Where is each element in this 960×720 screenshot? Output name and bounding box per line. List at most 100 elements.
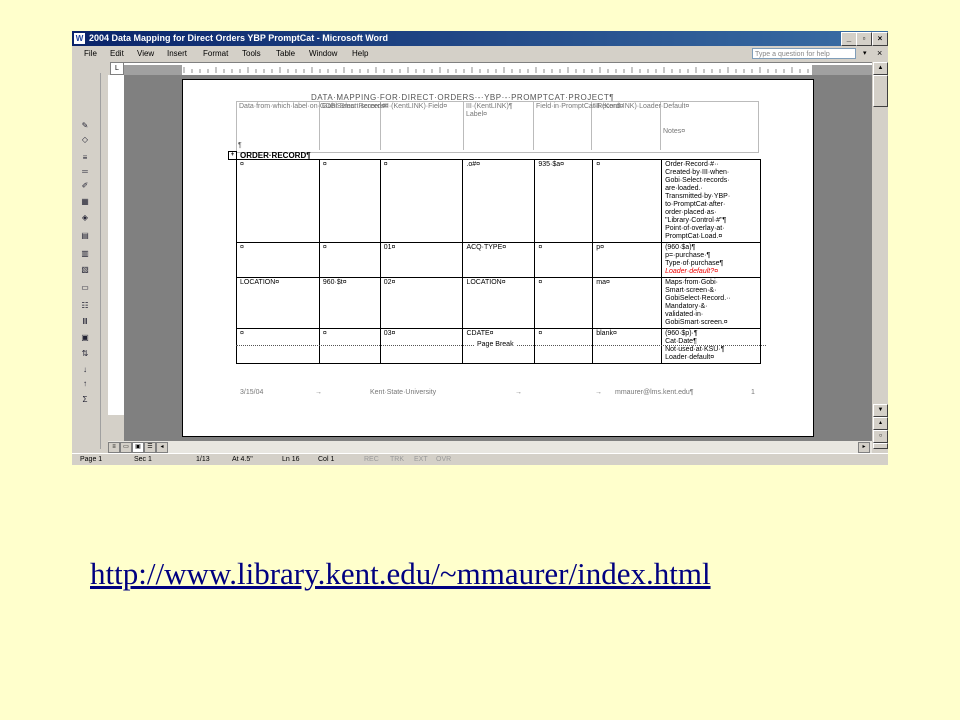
table-cell[interactable]: ¤ — [534, 277, 594, 329]
table-cell[interactable]: ACQ·TYPE¤ — [462, 242, 536, 278]
footer-date: 3/15/04 — [240, 389, 264, 396]
scroll-down-icon[interactable]: ▼ — [873, 404, 888, 417]
document-area[interactable]: DATA·MAPPING·FOR·DIRECT·ORDERS·-·YBP·-·P… — [124, 75, 872, 465]
distribute-cols-icon[interactable]: Ⅲ — [78, 317, 92, 327]
text-direction-icon[interactable]: ⇅ — [78, 349, 92, 359]
help-question-input[interactable]: Type a question for help — [752, 48, 856, 59]
table-cell[interactable]: LOCATION¤ — [236, 277, 320, 329]
status-page-count: 1/13 — [196, 456, 210, 463]
footer-org: Kent·State·University — [370, 389, 437, 396]
menu-help[interactable]: Help — [352, 46, 368, 61]
vertical-scrollbar[interactable]: ▲ ▼ ▴ ○ — [872, 62, 888, 449]
table-cell[interactable]: 02¤ — [379, 277, 464, 329]
line-style-icon[interactable]: ≡ — [78, 153, 92, 163]
table-cell[interactable]: 03¤ — [379, 328, 464, 364]
note-line: Loader·default¤ — [665, 354, 715, 361]
table-cell[interactable]: 935·$a¤ — [534, 159, 594, 243]
note-line: Type·of·purchase¶ — [665, 260, 724, 267]
word-screenshot: W 2004 Data Mapping for Direct Orders YB… — [72, 31, 888, 465]
table-cell[interactable]: ¤ — [318, 159, 381, 243]
table-icon[interactable]: ▤ — [78, 231, 92, 241]
table-cell[interactable]: ¤ — [379, 159, 464, 243]
tab-selector[interactable]: L — [110, 62, 124, 75]
sum-icon[interactable]: Σ — [78, 395, 92, 405]
distribute-rows-icon[interactable]: ☷ — [78, 301, 92, 311]
close-button[interactable]: × — [872, 32, 888, 46]
table-cell[interactable]: ¤ — [236, 242, 320, 278]
pen-icon[interactable]: ✎ — [78, 121, 92, 131]
status-ovr[interactable]: OVR — [436, 454, 451, 465]
notes-cell[interactable]: (960·$a)¶ p=·purchase·¶ Type·of·purchase… — [661, 242, 761, 278]
scroll-right-icon[interactable]: ▸ — [858, 442, 870, 453]
borders-icon[interactable]: ▦ — [78, 197, 92, 207]
note-line: GobiSmart·screen.¤ — [665, 319, 728, 326]
note-line: Gobi·Select·records· — [665, 177, 730, 184]
table-cell[interactable]: ¤ — [534, 242, 594, 278]
minimize-button[interactable]: _ — [841, 32, 857, 46]
table-cell[interactable]: ¤ — [318, 242, 381, 278]
menu-edit[interactable]: Edit — [110, 46, 124, 61]
menu-tools[interactable]: Tools — [242, 46, 261, 61]
table-cell[interactable]: ¤ — [318, 328, 381, 364]
eraser-icon[interactable]: ◇ — [78, 135, 92, 145]
menu-insert[interactable]: Insert — [167, 46, 187, 61]
status-ext[interactable]: EXT — [414, 454, 428, 465]
chevron-down-icon[interactable]: ▾ — [863, 46, 867, 61]
autoformat-icon[interactable]: ▣ — [78, 333, 92, 343]
select-browse-object-icon[interactable]: ○ — [873, 430, 888, 443]
menu-window[interactable]: Window — [309, 46, 337, 61]
note-line: order·placed·as· — [665, 209, 717, 216]
table-cell[interactable]: ¤ — [236, 159, 320, 243]
print-layout-view-icon[interactable]: ▣ — [132, 442, 144, 453]
note-line: PromptCat·Load.¤ — [665, 233, 723, 240]
scroll-left-icon[interactable]: ◂ — [156, 442, 168, 453]
menu-table[interactable]: Table — [276, 46, 295, 61]
pen-color-icon[interactable]: ✐ — [78, 181, 92, 191]
note-line: Not·used·at·KSU·¶ — [665, 346, 725, 353]
table-cell[interactable]: p¤ — [592, 242, 663, 278]
table-cell[interactable]: .o#¤ — [462, 159, 536, 243]
table-cell[interactable]: 960·$t¤ — [318, 277, 381, 329]
web-view-icon[interactable]: ▭ — [120, 442, 132, 453]
table-cell[interactable]: blank¤ — [592, 328, 663, 364]
status-at: At 4.5" — [232, 456, 253, 463]
note-line: Smart·screen·&· — [665, 287, 717, 294]
notes-cell[interactable]: Order·Record·#·· Created·by·III·when· Go… — [661, 159, 761, 243]
header-cell: Data·from·which·label·on·GOBI·Smart·scre… — [237, 102, 386, 150]
restore-button[interactable]: ▫ — [856, 32, 872, 46]
merge-icon[interactable]: ▥ — [78, 249, 92, 259]
shading-icon[interactable]: ◈ — [78, 213, 92, 223]
document-page[interactable]: DATA·MAPPING·FOR·DIRECT·ORDERS·-·YBP·-·P… — [182, 79, 814, 437]
table-cell[interactable]: 01¤ — [379, 242, 464, 278]
normal-view-icon[interactable]: ≡ — [108, 442, 120, 453]
status-rec[interactable]: REC — [364, 454, 379, 465]
menu-format[interactable]: Format — [203, 46, 228, 61]
close-document-icon[interactable]: × — [877, 46, 882, 61]
header-table: Data·from·which·label·on·GOBI·Smart·scre… — [236, 101, 759, 153]
website-url-link[interactable]: http://www.library.kent.edu/~mmaurer/ind… — [90, 556, 711, 592]
align-icon[interactable]: ▭ — [78, 283, 92, 293]
table-cell[interactable]: ¤ — [592, 159, 663, 243]
split-icon[interactable]: ▧ — [78, 265, 92, 275]
menu-view[interactable]: View — [137, 46, 154, 61]
table-cell[interactable]: ma¤ — [592, 277, 663, 329]
vertical-ruler[interactable] — [108, 75, 125, 415]
scroll-thumb[interactable] — [873, 75, 888, 107]
notes-cell[interactable]: Maps·from·Gobi· Smart·screen·&· GobiSele… — [661, 277, 761, 329]
outline-view-icon[interactable]: ☰ — [144, 442, 156, 453]
horizontal-scrollbar[interactable]: ≡ ▭ ▣ ☰ ◂ ▸ — [108, 441, 872, 453]
table-cell[interactable]: LOCATION¤ — [462, 277, 536, 329]
scroll-up-icon[interactable]: ▲ — [873, 62, 888, 75]
next-page-icon[interactable] — [873, 443, 888, 449]
sort-descending-icon[interactable]: ↑ — [78, 379, 92, 389]
menu-file[interactable]: File — [84, 46, 97, 61]
line-weight-icon[interactable]: ═ — [78, 167, 92, 177]
horizontal-ruler[interactable] — [124, 62, 872, 76]
sort-ascending-icon[interactable]: ↓ — [78, 365, 92, 375]
table-cell[interactable]: ¤ — [534, 328, 594, 364]
previous-page-icon[interactable]: ▴ — [873, 417, 888, 430]
notes-cell[interactable]: (960·$p)·¶ Cat·Date¶ Not·used·at·KSU·¶ L… — [661, 328, 761, 364]
table-cell[interactable]: ¤ — [236, 328, 320, 364]
status-trk[interactable]: TRK — [390, 454, 404, 465]
status-page: Page 1 — [80, 456, 103, 463]
